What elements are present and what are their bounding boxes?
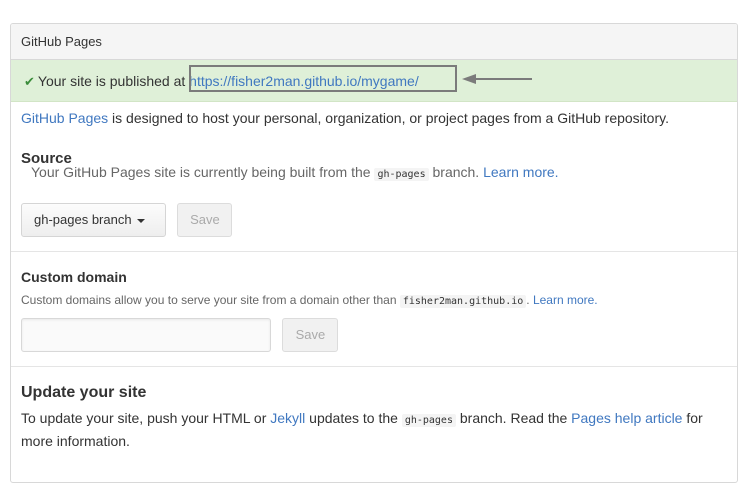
update-title: Update your site <box>21 384 147 401</box>
source-controls: gh-pages branch Save <box>21 203 233 237</box>
update-section: Update your site To update your site, pu… <box>21 384 721 452</box>
intro-text: GitHub Pages is designed to host your pe… <box>21 110 669 126</box>
arrow-left-icon <box>462 74 532 84</box>
github-pages-link[interactable]: GitHub Pages <box>21 110 108 126</box>
custom-domain-input[interactable] <box>21 318 271 352</box>
flash-text: Your site is published at <box>37 73 186 89</box>
domain-code: fisher2man.github.io <box>399 295 527 308</box>
caret-down-icon <box>136 218 145 223</box>
source-desc: Your GitHub Pages site is currently bein… <box>31 164 559 181</box>
source-section: Source Your GitHub Pages site is current… <box>21 150 721 181</box>
intro-section: GitHub Pages is designed to host your pe… <box>11 102 737 202</box>
github-pages-panel: GitHub Pages ✔ Your site is published at … <box>10 23 738 483</box>
published-flash: ✔ Your site is published at https://fishe… <box>11 60 737 102</box>
divider-2 <box>11 366 737 367</box>
update-branch-code: gh-pages <box>401 414 456 427</box>
panel-header: GitHub Pages <box>11 24 737 60</box>
custom-domain-learn-more-link[interactable]: Learn more. <box>533 293 598 307</box>
custom-domain-section: Custom domain Custom domains allow you t… <box>21 269 721 308</box>
pages-help-link[interactable]: Pages help article <box>571 410 682 426</box>
divider-1 <box>11 251 737 252</box>
check-icon: ✔ <box>24 74 35 89</box>
annotation-box <box>189 65 457 92</box>
custom-domain-controls: Save <box>21 318 339 352</box>
jekyll-link[interactable]: Jekyll <box>270 410 305 426</box>
panel-title: GitHub Pages <box>21 34 102 49</box>
update-text: To update your site, push your HTML or J… <box>21 410 703 449</box>
source-save-button[interactable]: Save <box>177 203 233 237</box>
source-learn-more-link[interactable]: Learn more. <box>483 164 558 180</box>
custom-domain-save-button[interactable]: Save <box>282 318 339 352</box>
branch-code: gh-pages <box>374 168 429 181</box>
branch-select-button[interactable]: gh-pages branch <box>21 203 166 237</box>
custom-domain-title: Custom domain <box>21 269 127 285</box>
custom-domain-desc: Custom domains allow you to serve your s… <box>21 293 598 308</box>
